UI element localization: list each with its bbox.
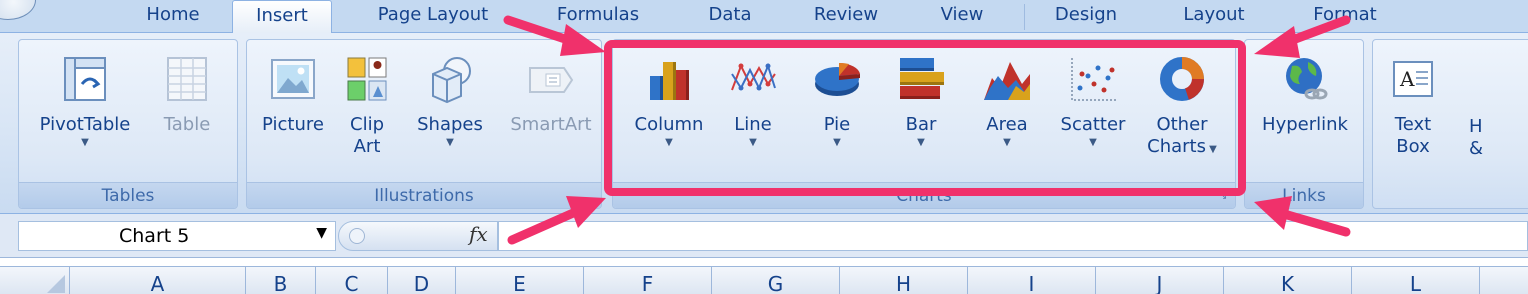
smartart-label: SmartArt: [510, 114, 592, 135]
tab-design[interactable]: Design: [1036, 0, 1136, 32]
column-header-f[interactable]: F: [584, 267, 712, 294]
header-footer-label-line1: H: [1469, 116, 1483, 137]
pivottable-dropdown-arrow: ▼: [81, 137, 89, 148]
group-text: A Text Box H &: [1372, 39, 1528, 209]
pivottable-label: PivotTable: [39, 114, 131, 135]
globe-link-icon: [1286, 58, 1328, 100]
context-tab-separator: [1024, 4, 1025, 30]
smartart-icon: [529, 67, 574, 93]
shapes-icon: [432, 57, 471, 104]
column-header-g[interactable]: G: [712, 267, 840, 294]
column-header-a[interactable]: A: [70, 267, 246, 294]
pivottable-button[interactable]: PivotTable ▼: [29, 54, 141, 150]
group-label-tables: Tables: [19, 182, 237, 208]
group-illustrations: Picture Clip Art Shapes ▼ SmartArt Illus…: [246, 39, 602, 209]
tab-page-layout[interactable]: Page Layout: [358, 0, 508, 32]
clipart-button[interactable]: Clip Art: [339, 54, 395, 158]
group-tables: PivotTable ▼ Table Tables: [18, 39, 238, 209]
svg-text:A: A: [1399, 67, 1415, 91]
header-footer-button[interactable]: H &: [1469, 116, 1493, 160]
ribbon-tab-bar: Home Insert Page Layout Formulas Data Re…: [0, 0, 1528, 33]
group-label-links: Links: [1245, 182, 1363, 208]
table-icon: [167, 57, 207, 101]
clipart-label-line1: Clip: [350, 114, 384, 135]
clipart-icon: [347, 57, 387, 101]
textbox-button[interactable]: A Text Box: [1379, 54, 1447, 158]
tab-review[interactable]: Review: [796, 0, 896, 32]
textbox-label-line2: Box: [1396, 136, 1430, 157]
group-links: Hyperlink Links: [1244, 39, 1364, 209]
hyperlink-button[interactable]: Hyperlink: [1251, 54, 1359, 136]
insert-function-icon[interactable]: fx: [469, 222, 488, 246]
tab-layout[interactable]: Layout: [1164, 0, 1264, 32]
formula-buttons: fx: [338, 221, 498, 251]
column-header-i[interactable]: I: [968, 267, 1096, 294]
group-label-illustrations: Illustrations: [247, 182, 601, 208]
formula-bar: Chart 5 ▼ fx: [0, 214, 1528, 258]
tab-view[interactable]: View: [922, 0, 1002, 32]
column-header-j[interactable]: J: [1096, 267, 1224, 294]
smartart-button[interactable]: SmartArt: [505, 54, 597, 136]
column-headers: A B C D E F G H I J K L: [0, 266, 1528, 294]
tab-insert[interactable]: Insert: [232, 0, 332, 33]
name-box-dropdown-icon[interactable]: ▼: [316, 225, 327, 241]
tab-home[interactable]: Home: [132, 0, 214, 32]
column-header-d[interactable]: D: [388, 267, 456, 294]
column-header-b[interactable]: B: [246, 267, 316, 294]
pivottable-icon: [64, 57, 106, 101]
expand-circle-icon[interactable]: [349, 228, 365, 244]
charts-group-highlight-box: [604, 40, 1246, 196]
tab-format[interactable]: Format: [1290, 0, 1400, 32]
shapes-dropdown-arrow: ▼: [446, 137, 454, 148]
tab-formulas[interactable]: Formulas: [538, 0, 658, 32]
column-header-k[interactable]: K: [1224, 267, 1352, 294]
office-button[interactable]: [0, 0, 36, 20]
column-header-l[interactable]: L: [1352, 267, 1480, 294]
header-footer-label-line2: &: [1469, 138, 1484, 159]
name-box-value: Chart 5: [119, 225, 190, 247]
name-box[interactable]: Chart 5 ▼: [18, 221, 336, 251]
shapes-label: Shapes: [417, 114, 483, 135]
picture-label: Picture: [262, 114, 324, 135]
column-header-h[interactable]: H: [840, 267, 968, 294]
column-header-c[interactable]: C: [316, 267, 388, 294]
picture-button[interactable]: Picture: [255, 54, 331, 136]
formula-input[interactable]: [498, 221, 1528, 251]
table-button[interactable]: Table: [147, 54, 227, 136]
textbox-label-line1: Text: [1394, 114, 1432, 135]
shapes-button[interactable]: Shapes ▼: [403, 54, 497, 150]
clipart-label-line2: Art: [353, 136, 381, 157]
tab-data[interactable]: Data: [690, 0, 770, 32]
select-all-corner[interactable]: [18, 267, 70, 294]
textbox-icon: A: [1393, 61, 1433, 97]
hyperlink-label: Hyperlink: [1262, 114, 1348, 135]
column-header-e[interactable]: E: [456, 267, 584, 294]
picture-icon: [271, 59, 315, 99]
table-label: Table: [163, 114, 211, 135]
